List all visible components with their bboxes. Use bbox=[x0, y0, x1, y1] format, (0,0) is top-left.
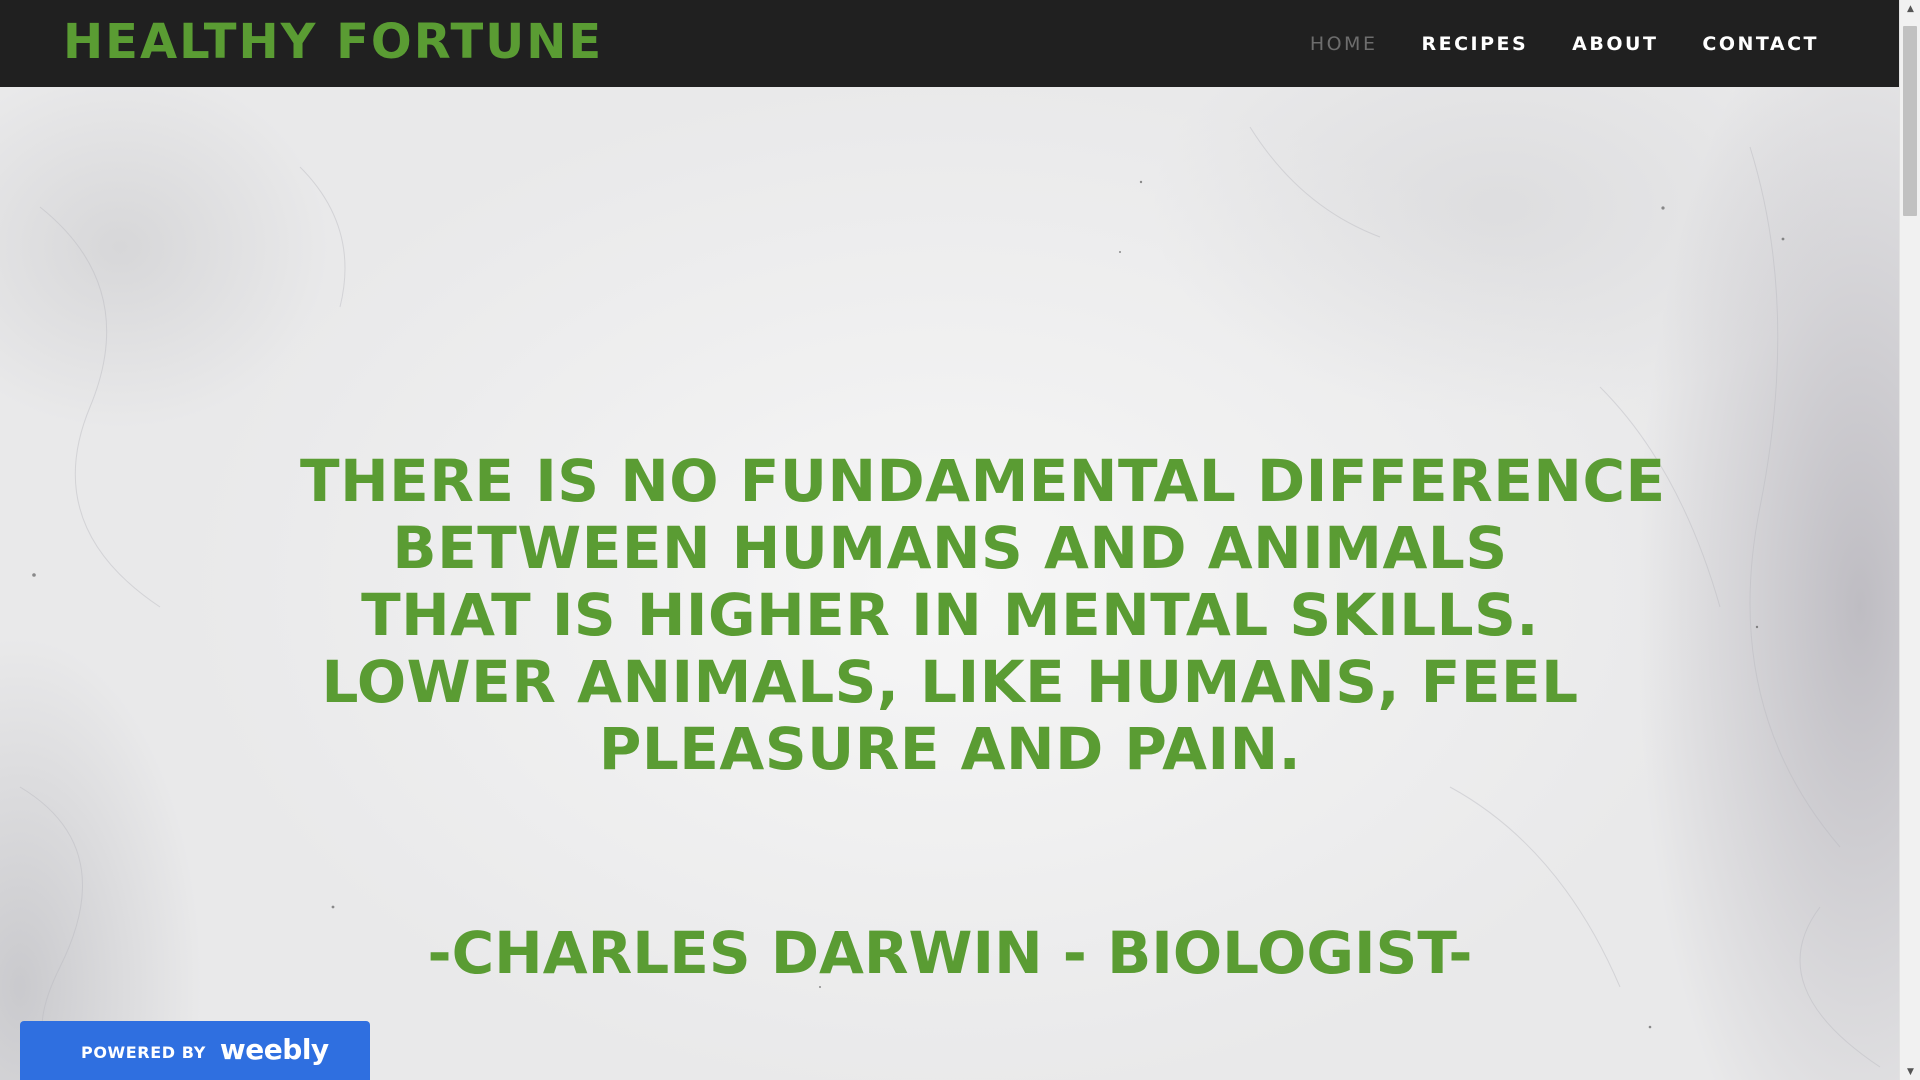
scroll-down-arrow-icon[interactable]: ▼ bbox=[1900, 1063, 1920, 1080]
hero-section: THERE IS NO FUNDAMENTAL DIFFERENCE BETWE… bbox=[0, 87, 1899, 1080]
quote-line: PLEASURE AND PAIN. bbox=[598, 715, 1302, 783]
scrollbar-thumb[interactable] bbox=[1903, 26, 1917, 216]
quote-attribution: -CHARLES DARWIN - BIOLOGIST- bbox=[427, 919, 1473, 987]
site-title-link[interactable]: HEALTHY FORTUNE bbox=[63, 13, 603, 71]
quote-line: LOWER ANIMALS, LIKE HUMANS, FEEL bbox=[321, 648, 1579, 716]
badge-label: POWERED BY bbox=[81, 1042, 206, 1062]
main-nav: HOME RECIPES ABOUT CONTACT bbox=[1310, 0, 1819, 87]
vertical-scrollbar[interactable]: ▲ ▼ bbox=[1899, 0, 1920, 1080]
quote-line: THAT IS HIGHER IN MENTAL SKILLS. bbox=[361, 581, 1539, 649]
scroll-up-arrow-icon[interactable]: ▲ bbox=[1900, 0, 1920, 17]
quote-text: THERE IS NO FUNDAMENTAL DIFFERENCE BETWE… bbox=[300, 447, 1666, 783]
site-header: HEALTHY FORTUNE HOME RECIPES ABOUT CONTA… bbox=[0, 0, 1899, 87]
nav-recipes[interactable]: RECIPES bbox=[1421, 33, 1528, 55]
page: HEALTHY FORTUNE HOME RECIPES ABOUT CONTA… bbox=[0, 0, 1899, 1080]
nav-home[interactable]: HOME bbox=[1310, 33, 1378, 55]
nav-contact[interactable]: CONTACT bbox=[1702, 33, 1819, 55]
weebly-logo: weebly bbox=[219, 1032, 329, 1066]
powered-by-weebly-badge[interactable]: POWERED BY weebly bbox=[20, 1021, 370, 1080]
quote-line: BETWEEN HUMANS AND ANIMALS bbox=[392, 514, 1508, 582]
quote-line: THERE IS NO FUNDAMENTAL DIFFERENCE bbox=[300, 447, 1666, 515]
nav-about[interactable]: ABOUT bbox=[1572, 33, 1658, 55]
